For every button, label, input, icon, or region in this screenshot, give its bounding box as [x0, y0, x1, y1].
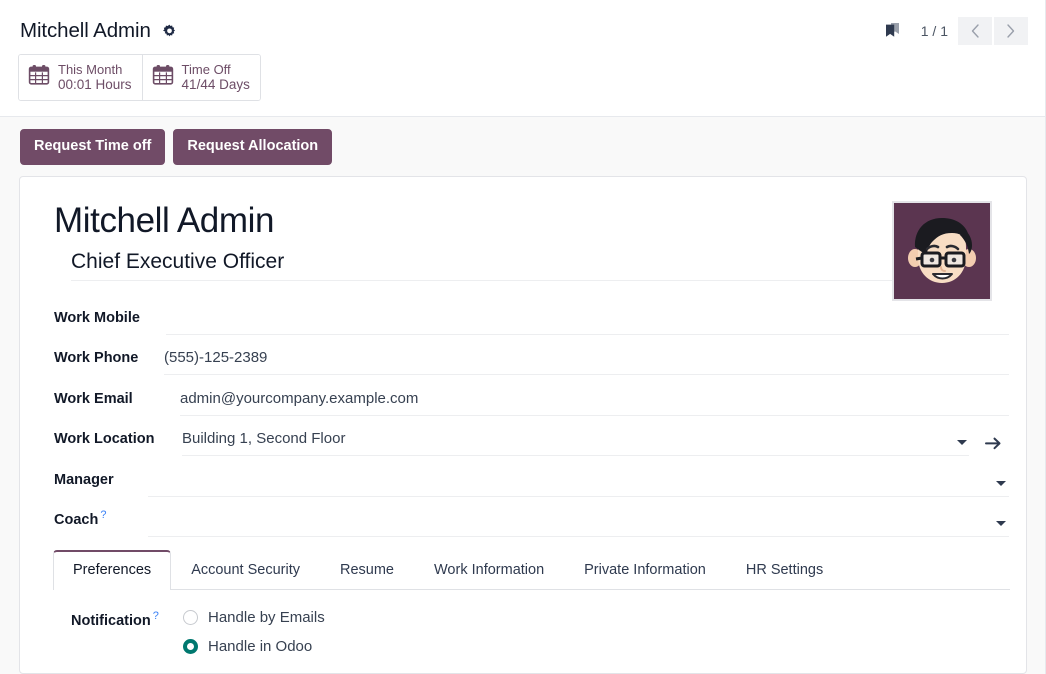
field-label: Coach?	[54, 509, 148, 537]
chevron-down-icon[interactable]	[996, 481, 1006, 486]
smart-button-label: Time Off	[182, 62, 250, 77]
action-buttons: Request Time off Request Allocation	[0, 117, 1046, 176]
calendar-icon	[152, 64, 174, 91]
pager-previous-button[interactable]	[958, 17, 992, 45]
job-title[interactable]: Chief Executive Officer	[71, 249, 910, 281]
form-sheet-wrapper: Mitchell Admin	[0, 176, 1046, 674]
tab-private-information[interactable]: Private Information	[564, 550, 726, 589]
field-work-phone: Work Phone (555)-125-2389	[54, 335, 1009, 376]
employee-name[interactable]: Mitchell Admin	[54, 201, 1010, 240]
chevron-right-icon	[1006, 24, 1016, 38]
page-title: Mitchell Admin	[20, 19, 151, 43]
breadcrumb: Mitchell Admin	[14, 19, 179, 43]
job-title-row: Chief Executive Officer	[54, 249, 910, 281]
field-work-email: Work Email admin@yourcompany.example.com	[54, 375, 1009, 416]
radio-handle-by-emails[interactable]: Handle by Emails	[183, 609, 325, 627]
notification-label-text: Notification	[71, 612, 151, 628]
field-label-text: Coach	[54, 512, 98, 528]
smart-button-value: 00:01 Hours	[58, 77, 132, 93]
manager-input[interactable]	[148, 469, 1009, 497]
avatar[interactable]	[892, 201, 992, 301]
help-tooltip-icon[interactable]: ?	[100, 509, 106, 521]
request-time-off-button[interactable]: Request Time off	[20, 129, 165, 165]
field-work-location: Work Location Building 1, Second Floor	[54, 416, 1009, 457]
radio-handle-in-odoo[interactable]: Handle in Odoo	[183, 638, 325, 656]
field-label: Work Phone	[54, 350, 164, 375]
unsaved-changes-icon[interactable]	[877, 18, 907, 44]
tab-work-information[interactable]: Work Information	[414, 550, 564, 589]
chevron-down-icon[interactable]	[957, 440, 967, 445]
field-coach: Coach?	[54, 497, 1009, 538]
work-location-input[interactable]: Building 1, Second Floor	[182, 428, 969, 456]
control-panel-top: Mitchell Admin 1 / 1	[14, 0, 1032, 56]
calendar-icon	[28, 64, 50, 91]
tab-resume[interactable]: Resume	[320, 550, 414, 589]
smart-button-label: This Month	[58, 62, 132, 77]
pager-next-button[interactable]	[994, 17, 1028, 45]
tab-hr-settings[interactable]: HR Settings	[726, 550, 843, 589]
radio-button-icon-selected[interactable]	[183, 639, 198, 654]
radio-button-icon[interactable]	[183, 610, 198, 625]
field-label: Manager	[54, 472, 148, 497]
control-panel: Mitchell Admin 1 / 1	[0, 0, 1046, 117]
odoo-employee-form: Mitchell Admin 1 / 1	[0, 0, 1046, 674]
help-tooltip-icon[interactable]: ?	[153, 610, 159, 622]
control-panel-right: 1 / 1	[877, 17, 1032, 45]
tab-account-security[interactable]: Account Security	[171, 550, 320, 589]
field-work-mobile: Work Mobile	[54, 294, 1009, 335]
notification-setting: Notification? Handle by Emails Handle in…	[53, 590, 1010, 656]
pager-buttons	[958, 17, 1028, 45]
notebook-tabs: Preferences Account Security Resume Work…	[53, 550, 1010, 589]
gear-icon[interactable]	[160, 22, 179, 41]
field-value: admin@yourcompany.example.com	[180, 390, 418, 408]
tab-preferences[interactable]: Preferences	[53, 550, 171, 589]
smart-button-this-month[interactable]: This Month 00:01 Hours	[19, 55, 142, 100]
field-label: Work Email	[54, 391, 180, 416]
field-value: Building 1, Second Floor	[182, 430, 345, 448]
work-mobile-input[interactable]	[166, 307, 1009, 335]
pager-count: 1 / 1	[921, 23, 948, 39]
chevron-left-icon	[970, 24, 980, 38]
smart-button-time-off[interactable]: Time Off 41/44 Days	[142, 55, 260, 100]
form-sheet: Mitchell Admin	[19, 176, 1027, 674]
coach-input[interactable]	[148, 509, 1009, 537]
notification-options: Handle by Emails Handle in Odoo	[183, 609, 325, 656]
employee-fields: Work Mobile Work Phone (555)-125-2389 Wo…	[36, 294, 1010, 537]
field-label: Work Location	[54, 431, 182, 456]
field-value: (555)-125-2389	[164, 349, 267, 367]
smart-buttons: This Month 00:01 Hours	[14, 54, 1032, 101]
notebook: Preferences Account Security Resume Work…	[36, 550, 1010, 655]
radio-label: Handle by Emails	[208, 609, 325, 627]
employee-title-block: Mitchell Admin	[36, 193, 1010, 281]
request-allocation-button[interactable]: Request Allocation	[173, 129, 332, 165]
chevron-down-icon[interactable]	[996, 521, 1006, 526]
internal-link-arrow-icon[interactable]	[985, 436, 1002, 451]
radio-label: Handle in Odoo	[208, 638, 312, 656]
notification-label: Notification?	[71, 609, 183, 656]
pager: 1 / 1	[921, 17, 1028, 45]
field-label: Work Mobile	[54, 310, 166, 335]
work-phone-input[interactable]: (555)-125-2389	[164, 347, 1009, 375]
work-email-input[interactable]: admin@yourcompany.example.com	[180, 388, 1009, 416]
field-manager: Manager	[54, 456, 1009, 497]
smart-button-value: 41/44 Days	[182, 77, 250, 93]
